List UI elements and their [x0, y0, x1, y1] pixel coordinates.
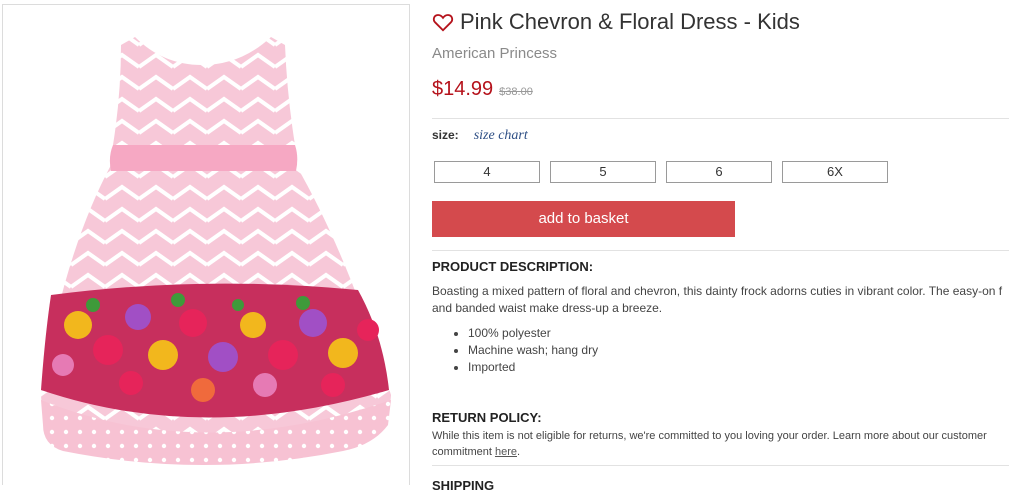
size-chart-link[interactable]: size chart: [474, 128, 528, 144]
return-policy-heading: RETURN POLICY:: [432, 410, 542, 425]
size-option-5[interactable]: 5: [550, 161, 656, 183]
size-option-6[interactable]: 6: [666, 161, 772, 183]
price-row: $14.99 $38.00: [432, 78, 533, 101]
divider: [432, 250, 1009, 251]
product-description-heading: PRODUCT DESCRIPTION:: [432, 259, 594, 274]
product-info: Pink Chevron & Floral Dress - Kids Ameri…: [432, 0, 1009, 493]
heart-outline-icon[interactable]: [432, 11, 454, 33]
return-policy-suffix: .: [517, 446, 521, 458]
title-row: Pink Chevron & Floral Dress - Kids: [432, 8, 800, 36]
return-policy-link[interactable]: here: [495, 446, 517, 458]
list-item: 100% polyester: [468, 325, 598, 342]
add-to-basket-button[interactable]: add to basket: [432, 201, 735, 237]
sale-price: $14.99: [432, 78, 494, 100]
list-item: Machine wash; hang dry: [468, 342, 598, 359]
shipping-heading: SHIPPING: [432, 478, 495, 493]
size-label: size:: [432, 128, 459, 142]
product-details-list: 100% polyester Machine wash; hang dry Im…: [450, 325, 598, 376]
product-description-text: Boasting a mixed pattern of floral and c…: [432, 284, 1003, 315]
return-policy-text: While this item is not eligible for retu…: [432, 428, 1002, 460]
original-price: $38.00: [499, 86, 533, 98]
product-brand[interactable]: American Princess: [432, 45, 557, 62]
product-image-dress: [41, 37, 391, 465]
divider: [432, 118, 1009, 119]
product-image-frame[interactable]: [2, 4, 410, 485]
divider: [432, 465, 1009, 466]
size-option-6x[interactable]: 6X: [782, 161, 888, 183]
size-row: size: size chart: [432, 128, 528, 144]
list-item: Imported: [468, 359, 598, 376]
product-title: Pink Chevron & Floral Dress - Kids: [460, 9, 800, 34]
size-option-4[interactable]: 4: [434, 161, 540, 183]
